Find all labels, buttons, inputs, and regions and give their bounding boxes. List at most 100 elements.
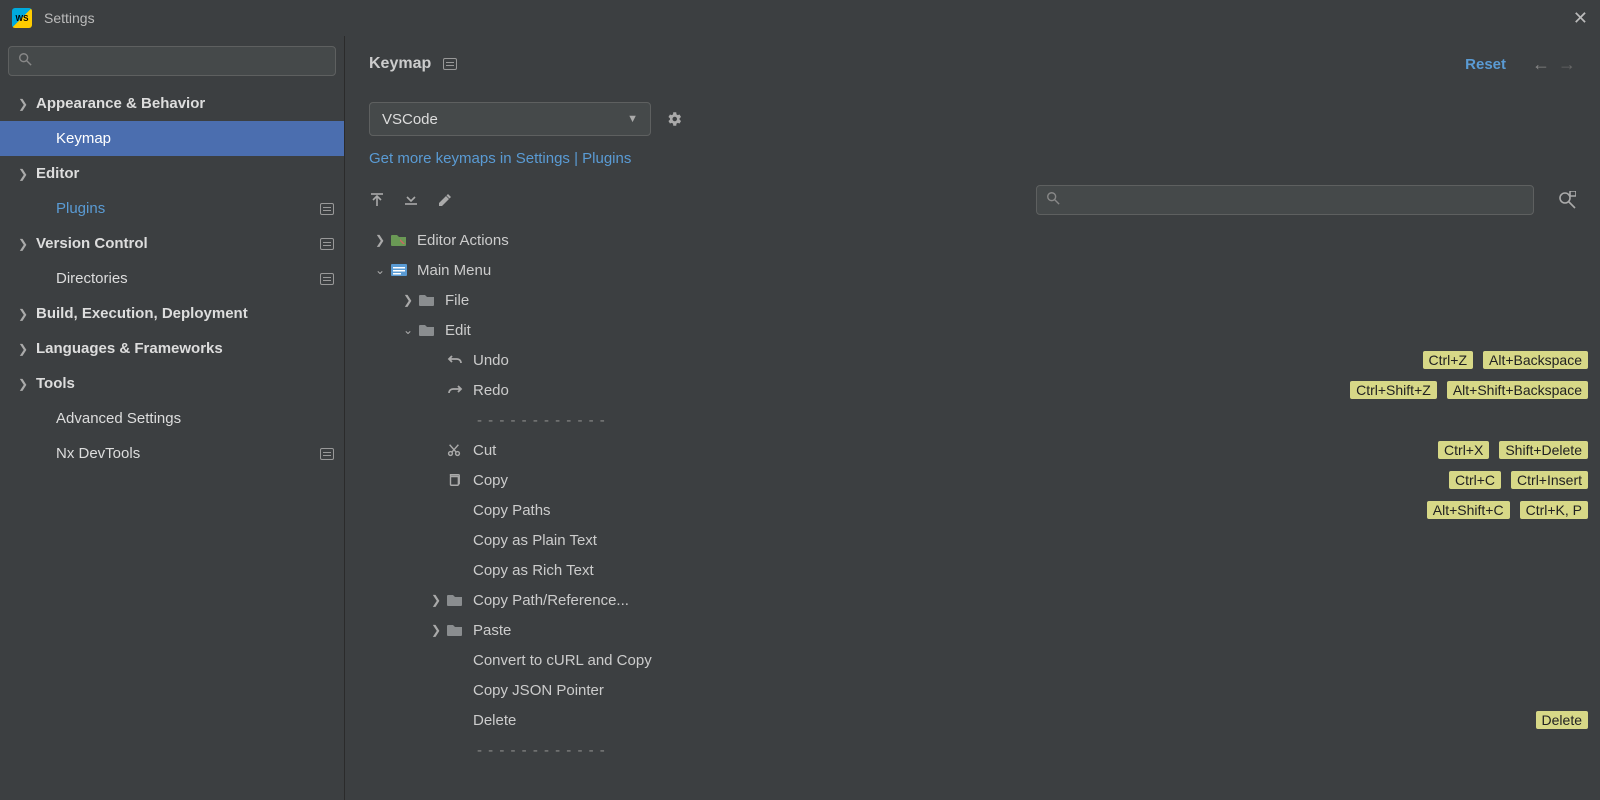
sidebar-item-label: Languages & Frameworks (36, 340, 334, 357)
sidebar-item-label: Plugins (56, 200, 320, 217)
chevron-right-icon: ❯ (18, 237, 36, 251)
tree-item[interactable]: ❯ Paste (369, 615, 1600, 645)
tree-item[interactable]: ⌄Edit (369, 315, 1600, 345)
sidebar-item-label: Build, Execution, Deployment (36, 305, 334, 322)
sidebar-item-version-control[interactable]: ❯Version Control (0, 226, 344, 261)
tree-item[interactable]: ❯Copy Path/Reference... (369, 585, 1600, 615)
sidebar-item-label: Appearance & Behavior (36, 95, 334, 112)
tree-item[interactable]: CopyCtrl+CCtrl+Insert (369, 465, 1600, 495)
tree-item[interactable]: ❯ File (369, 285, 1600, 315)
keymap-scheme-value: VSCode (382, 111, 438, 128)
tree-item-label: Undo (473, 352, 1423, 369)
copy-icon (447, 473, 467, 487)
tree-item-label: Paste (473, 622, 1588, 639)
settings-content: Keymap Reset ← → VSCode ▼ Get more keyma… (345, 36, 1600, 800)
folder-icon (447, 593, 467, 607)
sidebar-item-advanced-settings[interactable]: Advanced Settings (0, 401, 344, 436)
chevron-right-icon: ❯ (18, 167, 36, 181)
app-logo-icon (12, 8, 32, 28)
tree-item-label: Main Menu (417, 262, 1588, 279)
edit-icon[interactable] (437, 192, 453, 208)
sidebar-item-label: Directories (56, 270, 320, 287)
sidebar-item-nx-devtools[interactable]: Nx DevTools (0, 436, 344, 471)
tree-item-label: Copy JSON Pointer (473, 682, 1588, 699)
shortcut-badge: Ctrl+Shift+Z (1350, 381, 1437, 399)
sidebar-item-label: Advanced Settings (56, 410, 334, 427)
tree-item-label: Convert to cURL and Copy (473, 652, 1588, 669)
search-icon (1046, 191, 1060, 205)
separator: - - - - - - - - - - - - (369, 405, 1600, 435)
chevron-down-icon: ▼ (627, 113, 638, 125)
tree-item[interactable]: Copy PathsAlt+Shift+CCtrl+K, P (369, 495, 1600, 525)
project-level-icon (320, 203, 334, 215)
tree-item[interactable]: Copy as Rich Text (369, 555, 1600, 585)
reset-button[interactable]: Reset (1465, 56, 1506, 73)
shortcut-badge: Ctrl+K, P (1520, 501, 1588, 519)
menu-icon (391, 263, 411, 277)
window-title: Settings (44, 10, 95, 26)
sidebar-item-label: Tools (36, 375, 334, 392)
chevron-down-icon: ⌄ (397, 323, 419, 337)
tree-item[interactable]: RedoCtrl+Shift+ZAlt+Shift+Backspace (369, 375, 1600, 405)
keymap-search-input[interactable] (1036, 185, 1534, 215)
chevron-right-icon: ❯ (425, 593, 447, 607)
chevron-right-icon: ❯ (369, 233, 391, 247)
tree-item[interactable]: Convert to cURL and Copy (369, 645, 1600, 675)
sidebar-item-label: Keymap (56, 130, 334, 147)
tree-item-label: - - - - - - - - - - - - (473, 412, 1588, 429)
tree-item-label: Cut (473, 442, 1438, 459)
tree-item[interactable]: UndoCtrl+ZAlt+Backspace (369, 345, 1600, 375)
sidebar-item-plugins[interactable]: Plugins (0, 191, 344, 226)
nav-back-icon[interactable]: ← (1532, 54, 1550, 75)
get-more-keymaps-link[interactable]: Get more keymaps in Settings | Plugins (345, 136, 1600, 181)
chevron-right-icon: ❯ (18, 307, 36, 321)
keymap-scheme-select[interactable]: VSCode ▼ (369, 102, 651, 136)
tree-item[interactable]: ❯ Editor Actions (369, 225, 1600, 255)
tree-item-label: - - - - - - - - - - - - (473, 742, 1588, 759)
redo-icon (447, 383, 467, 397)
find-by-shortcut-icon[interactable] (1558, 191, 1576, 209)
chevron-right-icon: ❯ (18, 97, 36, 111)
tree-item-label: Copy (473, 472, 1449, 489)
sidebar-item-appearance-behavior[interactable]: ❯Appearance & Behavior (0, 86, 344, 121)
settings-sidebar: ❯Appearance & BehaviorKeymap❯EditorPlugi… (0, 36, 345, 800)
shortcuts: Ctrl+ZAlt+Backspace (1423, 351, 1589, 369)
project-level-icon (320, 448, 334, 460)
tree-item-label: Editor Actions (417, 232, 1588, 249)
chevron-right-icon: ❯ (18, 377, 36, 391)
sidebar-item-label: Nx DevTools (56, 445, 320, 462)
tree-item[interactable]: Copy JSON Pointer (369, 675, 1600, 705)
tree-item[interactable]: DeleteDelete (369, 705, 1600, 735)
shortcut-badge: Alt+Shift+C (1427, 501, 1510, 519)
search-icon (18, 52, 32, 66)
expand-all-icon[interactable] (369, 192, 385, 208)
shortcut-badge: Ctrl+Z (1423, 351, 1474, 369)
sidebar-item-directories[interactable]: Directories (0, 261, 344, 296)
shortcut-badge: Ctrl+X (1438, 441, 1489, 459)
shortcut-badge: Ctrl+C (1449, 471, 1501, 489)
tree-item[interactable]: ⌄Main Menu (369, 255, 1600, 285)
sidebar-item-tools[interactable]: ❯Tools (0, 366, 344, 401)
separator: - - - - - - - - - - - - (369, 735, 1600, 765)
sidebar-item-editor[interactable]: ❯Editor (0, 156, 344, 191)
keymap-tree: ❯Editor Actions⌄Main Menu❯File⌄EditUndoC… (345, 223, 1600, 800)
shortcuts: Alt+Shift+C Ctrl+K, P (1427, 501, 1588, 519)
sidebar-item-keymap[interactable]: Keymap (0, 121, 344, 156)
tree-item[interactable]: CutCtrl+XShift+Delete (369, 435, 1600, 465)
project-level-icon (320, 238, 334, 250)
tree-item-label: Copy as Rich Text (473, 562, 1588, 579)
close-icon[interactable]: ✕ (1573, 8, 1588, 29)
chevron-right-icon: ❯ (425, 623, 447, 637)
sidebar-item-build-execution-deployment[interactable]: ❯Build, Execution, Deployment (0, 296, 344, 331)
sidebar-item-label: Version Control (36, 235, 320, 252)
nav-forward-icon[interactable]: → (1558, 54, 1576, 75)
settings-search-input[interactable] (8, 46, 336, 76)
collapse-all-icon[interactable] (403, 192, 419, 208)
shortcut-badge: Delete (1536, 711, 1588, 729)
sidebar-item-languages-frameworks[interactable]: ❯Languages & Frameworks (0, 331, 344, 366)
gear-icon[interactable] (665, 110, 683, 128)
chevron-right-icon: ❯ (397, 293, 419, 307)
tree-item[interactable]: Copy as Plain Text (369, 525, 1600, 555)
title-bar: Settings ✕ (0, 0, 1600, 36)
tree-item-label: File (445, 292, 1588, 309)
